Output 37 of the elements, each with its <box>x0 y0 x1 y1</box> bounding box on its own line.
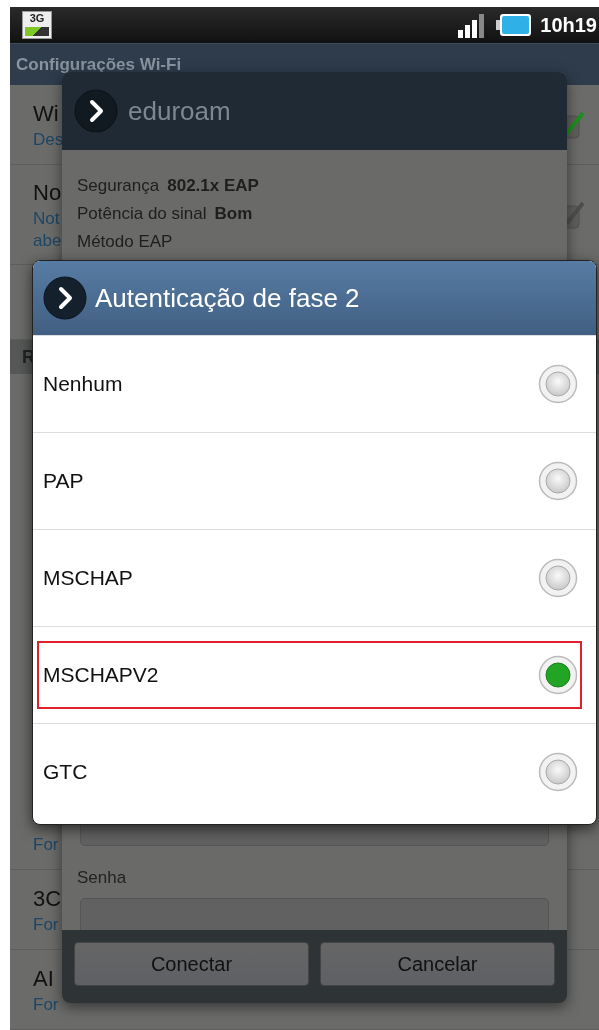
dialog-title: eduroam <box>128 95 231 127</box>
option-row[interactable]: PAP <box>33 432 596 529</box>
setting-title: AI <box>33 964 54 993</box>
setting-subtitle: For <box>33 833 59 856</box>
screen-title: Configurações Wi-Fi <box>16 54 182 75</box>
radio-button[interactable] <box>538 655 578 695</box>
setting-subtitle: Not <box>33 207 60 230</box>
clock-time: 10h19 <box>540 13 597 37</box>
dialog-title: Autenticação de fase 2 <box>95 282 360 314</box>
setting-subtitle: abe <box>33 229 62 252</box>
network-info: Potência do sinal Bom <box>77 203 254 225</box>
radio-button[interactable] <box>538 752 578 792</box>
chevron-icon <box>43 276 87 320</box>
setting-subtitle: Des <box>33 128 64 151</box>
radio-button[interactable] <box>538 558 578 598</box>
option-label: Nenhum <box>43 372 124 396</box>
setting-title: Wi <box>33 99 59 128</box>
option-row[interactable]: GTC <box>33 723 596 820</box>
option-row[interactable]: MSCHAP <box>33 529 596 626</box>
option-label: MSCHAPV2 <box>43 663 160 687</box>
password-label: Senha <box>77 868 128 888</box>
setting-title: 3C <box>33 884 62 913</box>
chevron-icon <box>74 89 118 133</box>
radio-button[interactable] <box>538 461 578 501</box>
option-label: PAP <box>43 469 85 493</box>
option-row[interactable]: MSCHAPV2 <box>33 626 596 723</box>
option-label: MSCHAP <box>43 566 134 590</box>
battery-icon <box>496 13 533 37</box>
radio-button[interactable] <box>538 364 578 404</box>
network-info: Segurança 802.1x EAP <box>77 175 260 197</box>
network-icon: 3G <box>22 11 52 39</box>
setting-subtitle: For <box>33 993 59 1016</box>
option-row[interactable]: Nenhum <box>33 335 596 432</box>
setting-title: No <box>33 178 62 207</box>
option-label: GTC <box>43 760 89 784</box>
setting-subtitle: For <box>33 913 59 936</box>
network-info: Método EAP <box>77 231 174 253</box>
